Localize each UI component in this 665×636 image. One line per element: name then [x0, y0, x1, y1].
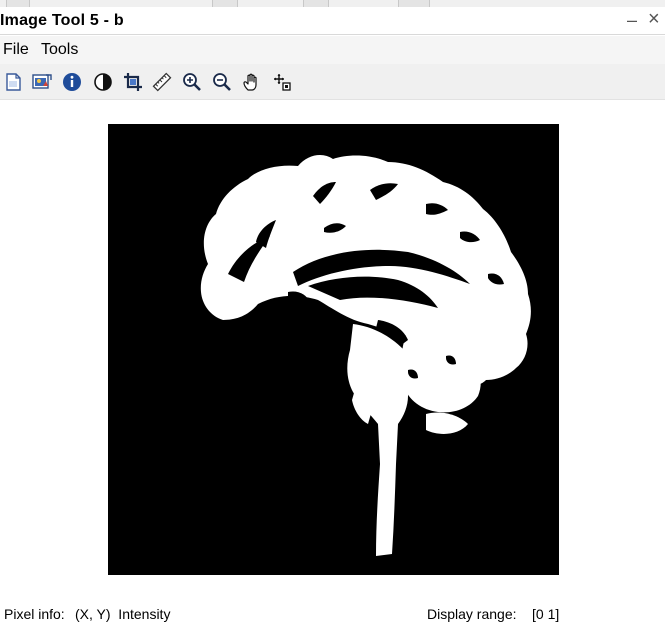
- top-strip-tab: [398, 0, 430, 7]
- top-strip-tab: [212, 0, 238, 7]
- top-strip-tab: [6, 0, 30, 7]
- image-info-icon[interactable]: [60, 70, 84, 94]
- title-bar: Image Tool 5 - b – ×: [0, 7, 665, 35]
- window-title: Image Tool 5 - b: [0, 12, 124, 29]
- brain-mask-image: [108, 124, 559, 575]
- pixel-region-icon[interactable]: [270, 70, 294, 94]
- status-bar: Pixel info: (X, Y) Intensity Display ran…: [0, 596, 665, 636]
- contrast-icon[interactable]: [91, 70, 115, 94]
- export-image-icon[interactable]: [30, 70, 54, 94]
- menu-bar: File Tools: [0, 36, 665, 64]
- menu-tools[interactable]: Tools: [41, 41, 78, 59]
- toolbar: [0, 64, 665, 100]
- crop-icon[interactable]: [121, 70, 145, 94]
- pixel-info-value: (X, Y) Intensity: [75, 606, 171, 622]
- top-strip: [0, 0, 665, 7]
- image-display-area[interactable]: [0, 100, 665, 596]
- new-figure-icon[interactable]: [1, 70, 25, 94]
- zoom-in-icon[interactable]: [180, 70, 204, 94]
- pan-hand-icon[interactable]: [240, 70, 264, 94]
- display-range-label: Display range:: [427, 606, 517, 622]
- pixel-info-label: Pixel info:: [4, 606, 65, 622]
- display-range-value: [0 1]: [532, 606, 560, 622]
- measure-distance-icon[interactable]: [150, 70, 174, 94]
- close-button[interactable]: ×: [648, 8, 660, 31]
- top-strip-tab: [303, 0, 329, 7]
- zoom-out-icon[interactable]: [210, 70, 234, 94]
- menu-file[interactable]: File: [3, 41, 29, 59]
- minimize-button[interactable]: –: [627, 10, 637, 31]
- image-b[interactable]: [108, 124, 559, 575]
